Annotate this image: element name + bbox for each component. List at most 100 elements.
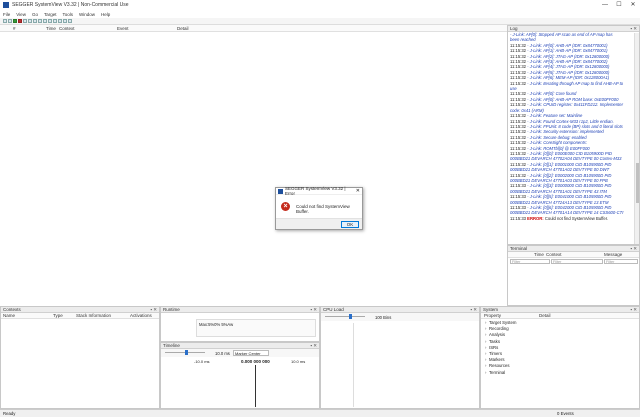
save-file-icon[interactable] (8, 19, 12, 23)
maximize-button[interactable]: ☐ (612, 0, 626, 10)
toolbar-icon-12[interactable] (58, 19, 62, 23)
log-message: - J-Link: [0][5]: E0041000 CID B105900D … (527, 194, 612, 200)
ok-button[interactable]: OK (341, 221, 359, 228)
col-time[interactable]: Time (534, 252, 544, 257)
toolbar-icon-13[interactable] (63, 19, 67, 23)
open-file-icon[interactable] (3, 19, 7, 23)
timeline-panel: Timeline ▪ ✕ 10.0 ms Marker Center -10.0… (160, 342, 320, 409)
status-ready: Ready (3, 411, 16, 416)
log-message: - J-Link: AP[2]: JTAG-AP (IDR: 0x1280000… (527, 53, 610, 59)
menu-bar: File View Go Target Tools Window Help (0, 10, 640, 18)
log-message: - J-Link: AP[0]: Core found (527, 91, 577, 97)
log-message: - J-Link: [0][1]: E0001000 CID B105900D … (527, 161, 612, 167)
log-timestamp: 11:15:32 (510, 123, 526, 129)
log-message: - J-Link: [0][3]: E0000000 CID B105900D … (527, 183, 612, 189)
log-message: - J-Link: AP[1]: AHB-AP (IDR: 0x84770001… (527, 48, 608, 54)
log-message: 000BBD21 DEVARCH 47701A14 DEVTYPE 14 CSS… (510, 210, 624, 216)
menu-help[interactable]: Help (101, 12, 110, 17)
col-message[interactable]: Message (604, 252, 622, 257)
menu-window[interactable]: Window (79, 12, 95, 17)
log-message: - J-Link: AP[6]: MEM-AP (IDR: 0x128000A1… (527, 75, 610, 81)
toolbar-icon-10[interactable] (48, 19, 52, 23)
dialog-title-bar: SEGGER SystemView V3.32 | Error ✕ (276, 186, 362, 196)
toolbar-icon-5[interactable] (23, 19, 27, 23)
log-message: - J-Link: Secure debug: enabled (527, 134, 587, 140)
stop-recording-icon[interactable] (18, 19, 22, 23)
system-panel: System ▪ ✕ Property Detail › Target Syste… (480, 306, 640, 409)
log-message: use (510, 86, 517, 92)
dialog-title: SEGGER SystemView V3.32 | Error (284, 186, 346, 196)
bins-slider-handle[interactable] (349, 314, 352, 319)
log-timestamp: 11:15:32 (510, 161, 526, 167)
col-activations[interactable]: Activations (130, 313, 152, 318)
col-index[interactable]: # (13, 26, 16, 31)
log-timestamp: 11:15:32 (510, 102, 526, 108)
close-button[interactable]: ✕ (626, 0, 640, 10)
cpu-load-area (353, 323, 477, 407)
log-timestamp: 11:15:32 (510, 145, 526, 151)
system-tree: › Target System › Recording › Analysis › Tas… (481, 319, 639, 376)
minimize-button[interactable]: — (598, 0, 612, 10)
toolbar-icon-11[interactable] (53, 19, 57, 23)
tree-item-terminal[interactable]: › Terminal (481, 370, 639, 376)
log-timestamp: 11:15:32 (510, 172, 526, 178)
log-message: Could not find SystemView Buffer. (543, 215, 609, 221)
terminal-filter-message[interactable]: Filter (604, 259, 638, 264)
col-detail[interactable]: Detail (177, 26, 189, 31)
title-bar: SEGGER SystemView V3.32 | Non-Commercial… (0, 0, 640, 10)
toolbar-icon-8[interactable] (38, 19, 42, 23)
zoom-slider-handle[interactable] (185, 350, 188, 355)
log-timestamp: 11:15:33 (510, 183, 526, 189)
log-message: - J-Link: AP[0]: AHB-AP ROM base: 0xE00F… (527, 96, 619, 102)
contexts-column-header: Name Type Stack Information Activations (1, 313, 159, 319)
log-message: code: 0x41 (ARM) (510, 107, 544, 113)
log-timestamp: 11:15:32 (510, 48, 526, 54)
toolbar-icon-6[interactable] (28, 19, 32, 23)
events-panel: # Time Context Event Detail (0, 25, 507, 306)
toolbar-icon-14[interactable] (68, 19, 72, 23)
log-timestamp: 11:15:32 (510, 118, 526, 124)
log-scrollbar[interactable] (634, 33, 639, 244)
col-name[interactable]: Name (3, 313, 15, 318)
terminal-filter-context[interactable]: Filter (551, 259, 603, 264)
toolbar-icon-9[interactable] (43, 19, 47, 23)
col-event[interactable]: Event (117, 26, 129, 31)
col-property[interactable]: Property (484, 313, 501, 318)
dialog-close-icon[interactable]: ✕ (356, 188, 360, 194)
log-message: - J-Link: [0][6]: E0042000 CID B105900D … (527, 205, 612, 210)
menu-target[interactable]: Target (44, 12, 57, 17)
col-stack[interactable]: Stack Information (76, 313, 111, 318)
window-title: SEGGER SystemView V3.32 | Non-Commercial… (12, 2, 129, 8)
log-message: - J-Link: AP[3]: AHB-AP (IDR: 0x84770002… (527, 59, 608, 65)
log-timestamp: 11:15:32 (510, 59, 526, 65)
log-message: - J-Link: AP[0]: AHB-AP (IDR: 0x84770001… (527, 42, 608, 48)
log-timestamp: 11:15:32 (510, 129, 526, 135)
log-message: been reached (510, 37, 536, 43)
bins-value: 100 Bins (375, 315, 392, 320)
error-dialog: SEGGER SystemView V3.32 | Error ✕ × Coul… (275, 186, 363, 230)
col-context[interactable]: Context (546, 252, 562, 257)
col-context[interactable]: Context (59, 26, 75, 31)
log-timestamp: 11:15:32 (510, 96, 526, 102)
bins-slider[interactable] (325, 316, 365, 317)
timeline-mode-select[interactable]: Marker Center (233, 350, 269, 356)
log-line: 11:15:32 - J-Link: Iterating through AP … (508, 81, 633, 86)
toolbar-icon-7[interactable] (33, 19, 37, 23)
menu-go[interactable]: Go (32, 12, 38, 17)
col-detail[interactable]: Detail (539, 313, 551, 318)
status-bar: Ready 0 Events (0, 409, 640, 417)
log-timestamp: 11:15:32 (510, 140, 526, 146)
menu-tools[interactable]: Tools (62, 12, 73, 17)
menu-view[interactable]: View (16, 12, 26, 17)
terminal-panel: Terminal ▪ ✕ Time Context Message Filter… (507, 245, 640, 306)
status-events: 0 Events (557, 411, 574, 416)
log-scrollbar-thumb[interactable] (636, 163, 639, 203)
log-message: 000BBD21 DEVARCH 47701A02 DEVTYPE 00 DWT (510, 167, 610, 173)
terminal-filter-time[interactable]: Filter (510, 259, 550, 264)
menu-file[interactable]: File (3, 12, 10, 17)
col-type[interactable]: Type (53, 313, 63, 318)
col-time[interactable]: Time (46, 26, 56, 31)
log-message: - J-Link: CPUID register: 0x411FD212. Im… (527, 102, 623, 108)
timeline-cursor[interactable] (255, 365, 256, 407)
start-recording-icon[interactable] (13, 19, 17, 23)
